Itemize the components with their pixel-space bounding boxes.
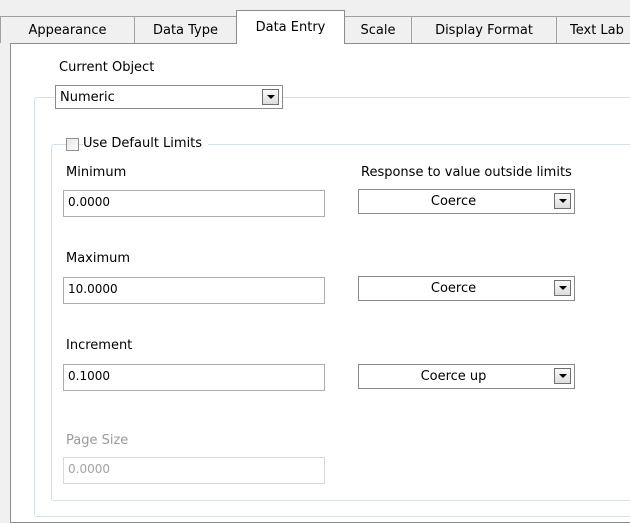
current-object-value: Numeric: [60, 89, 115, 105]
use-default-limits-label: Use Default Limits: [83, 136, 209, 151]
page-size-label: Page Size: [66, 433, 129, 448]
tab-label: Scale: [360, 22, 396, 38]
maximum-label: Maximum: [66, 251, 131, 266]
chevron-down-icon[interactable]: [554, 280, 571, 296]
minimum-response-select[interactable]: Coerce: [358, 189, 575, 214]
minimum-field[interactable]: 0.0000: [63, 190, 325, 217]
tab-label: Data Entry: [255, 20, 326, 35]
tab-label: Display Format: [435, 22, 533, 38]
tab-label: Appearance: [28, 22, 107, 38]
chevron-down-icon[interactable]: [554, 368, 571, 384]
tab-label: Data Type: [152, 22, 219, 38]
chevron-down-icon[interactable]: [554, 193, 571, 209]
maximum-field[interactable]: 10.0000: [63, 277, 325, 304]
tab-display-format[interactable]: Display Format: [411, 16, 557, 43]
tab-data-type[interactable]: Data Type: [134, 16, 237, 43]
increment-label: Increment: [66, 338, 133, 353]
tab-label: Text Lab: [570, 22, 624, 38]
page-size-field: 0.0000: [63, 457, 325, 484]
use-default-limits-checkbox[interactable]: [66, 138, 79, 151]
response-header: Response to value outside limits: [361, 165, 572, 180]
increment-response-value: Coerce up: [420, 369, 487, 384]
increment-field[interactable]: 0.1000: [63, 364, 325, 391]
current-object-label: Current Object: [59, 60, 155, 75]
minimum-response-value: Coerce: [430, 194, 477, 209]
minimum-label: Minimum: [66, 165, 127, 180]
chevron-down-icon[interactable]: [262, 89, 279, 105]
maximum-response-value: Coerce: [430, 281, 477, 296]
tab-appearance[interactable]: Appearance: [0, 16, 135, 43]
increment-response-select[interactable]: Coerce up: [358, 364, 575, 389]
tab-scale[interactable]: Scale: [344, 16, 412, 43]
current-object-select[interactable]: Numeric: [55, 85, 283, 109]
maximum-response-select[interactable]: Coerce: [358, 276, 575, 301]
tab-data-entry[interactable]: Data Entry: [236, 10, 345, 44]
tab-text-labels[interactable]: Text Lab: [556, 16, 630, 43]
